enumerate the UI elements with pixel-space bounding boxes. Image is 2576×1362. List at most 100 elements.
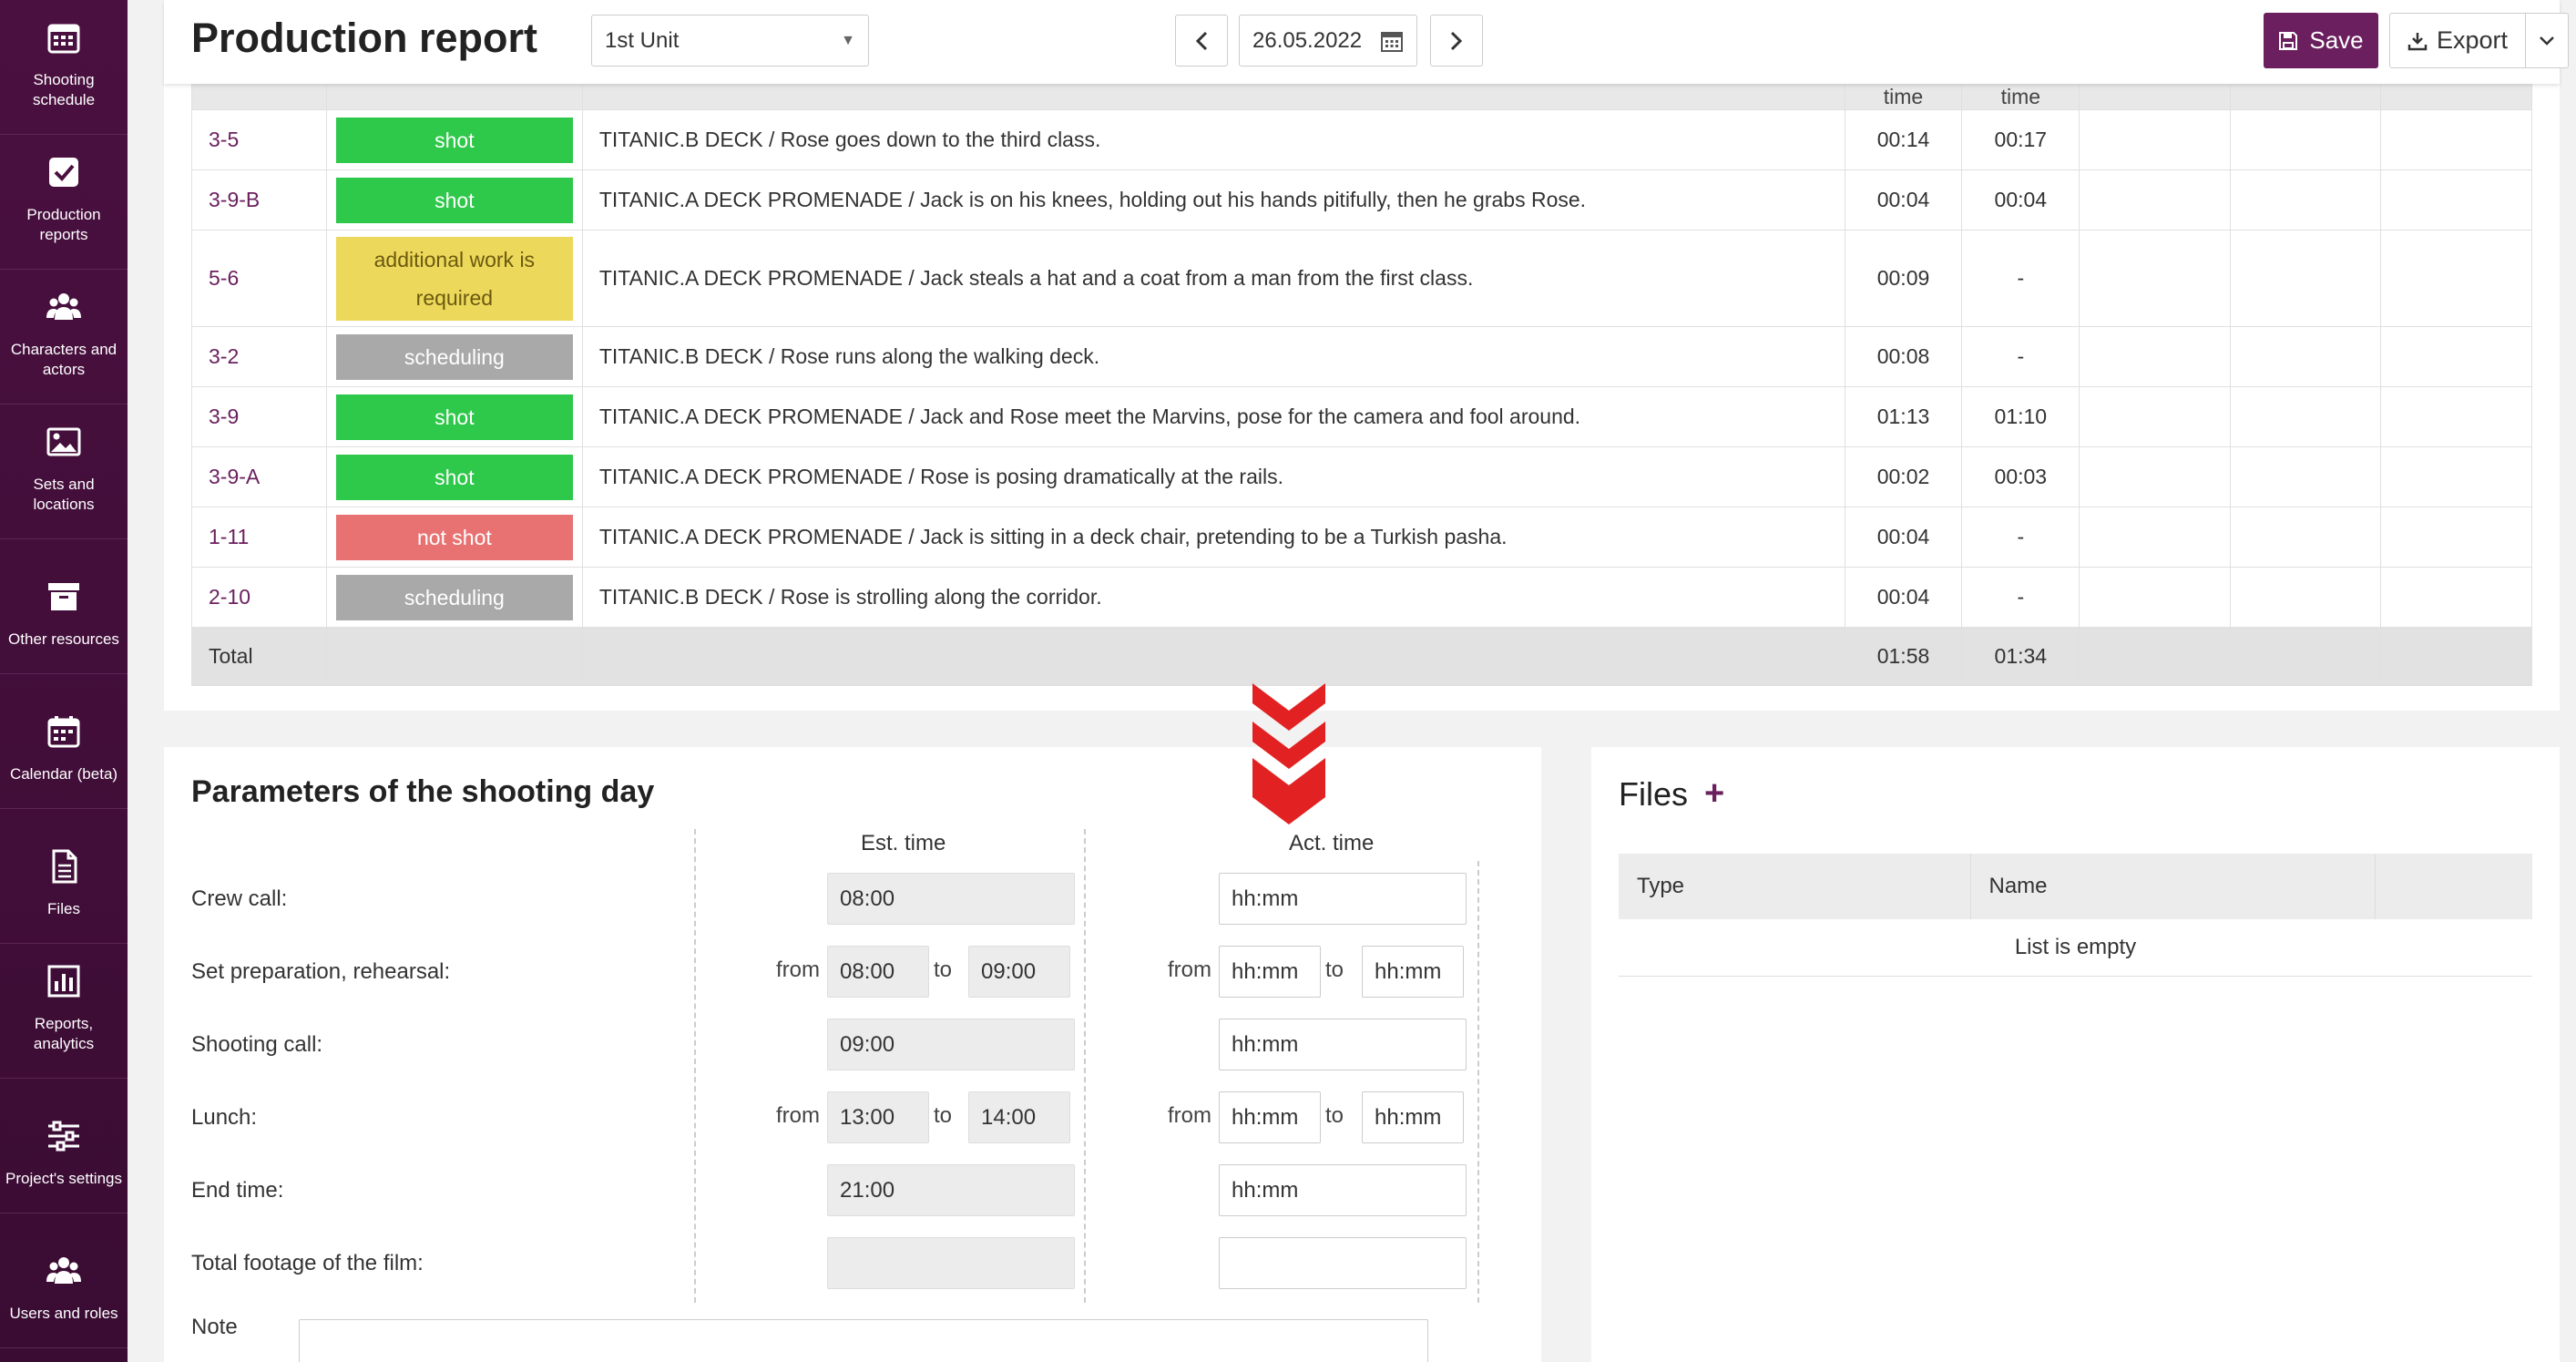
export-button[interactable]: Export xyxy=(2389,13,2526,68)
empty-cell xyxy=(2380,386,2532,447)
users-icon xyxy=(46,1257,81,1284)
calendar-grid-icon xyxy=(47,24,80,54)
scene-number-link[interactable]: 1-11 xyxy=(191,507,327,568)
scene-row[interactable]: 3-9-B shot TITANIC.A DECK PROMENADE / Jack… xyxy=(191,169,2532,230)
est-time-cell: 00:02 xyxy=(1844,446,1963,507)
lunch-label: Lunch: xyxy=(191,1105,258,1130)
empty-cell xyxy=(2079,326,2231,387)
sidebar-item-files[interactable]: Files xyxy=(0,809,128,944)
sidebar-item-characters[interactable]: Characters and actors xyxy=(0,270,128,405)
scene-number-link[interactable]: 3-9 xyxy=(191,386,327,447)
sidebar-item-label: Users and roles xyxy=(9,1305,118,1322)
scene-row[interactable]: 3-9-A shot TITANIC.A DECK PROMENADE / Rose… xyxy=(191,446,2532,507)
file-icon xyxy=(52,849,77,884)
empty-cell xyxy=(2229,109,2382,170)
sidebar-item-other-resources[interactable]: Other resources xyxy=(0,539,128,674)
status-badge[interactable]: scheduling xyxy=(335,574,573,620)
lunch-act-to-input[interactable]: hh:mm xyxy=(1362,1091,1464,1143)
export-dropdown-button[interactable] xyxy=(2525,13,2569,68)
end-time-act-input[interactable]: hh:mm xyxy=(1219,1164,1467,1216)
empty-cell xyxy=(2079,169,2231,230)
sidebar-item-project-settings[interactable]: Project's settings xyxy=(0,1079,128,1214)
scene-description: TITANIC.A DECK PROMENADE / Rose is posin… xyxy=(581,446,1845,507)
scene-description: TITANIC.B DECK / Rose is strolling along… xyxy=(581,567,1845,628)
footage-act-input[interactable] xyxy=(1219,1237,1467,1289)
empty-cell xyxy=(2079,567,2231,628)
sidebar-item-users-roles[interactable]: Users and roles xyxy=(0,1214,128,1348)
sidebar-item-sets-locations[interactable]: Sets and locations xyxy=(0,405,128,539)
next-date-button[interactable] xyxy=(1430,15,1483,67)
status-badge[interactable]: additional work is required xyxy=(335,236,573,321)
scene-row[interactable]: 3-2 scheduling TITANIC.B DECK / Rose runs … xyxy=(191,326,2532,387)
total-act: 01:34 xyxy=(1961,627,2080,686)
files-col-type: Type xyxy=(1619,854,1971,919)
unit-select[interactable]: 1st Unit ▼ xyxy=(591,15,869,67)
top-bar: Production report 1st Unit ▼ 26.05.2022 … xyxy=(164,0,2569,84)
files-col-name: Name xyxy=(1970,854,2376,919)
prev-date-button[interactable] xyxy=(1175,15,1228,67)
sidebar-item-production-reports[interactable]: Production reports xyxy=(0,135,128,270)
empty-cell xyxy=(2079,386,2231,447)
scene-number-link[interactable]: 3-2 xyxy=(191,326,327,387)
unit-select-value: 1st Unit xyxy=(605,27,680,53)
status-cell: shot xyxy=(325,446,583,507)
scene-row[interactable]: 3-9 shot TITANIC.A DECK PROMENADE / Jack a… xyxy=(191,386,2532,447)
status-badge[interactable]: scheduling xyxy=(335,333,573,380)
scene-rows: 3-5 shot TITANIC.B DECK / Rose goes down t… xyxy=(191,109,2532,628)
scene-number-link[interactable]: 3-5 xyxy=(191,109,327,170)
est-time-cell: 00:08 xyxy=(1844,326,1963,387)
empty-cell xyxy=(2380,169,2532,230)
crew-call-act-input[interactable]: hh:mm xyxy=(1219,873,1467,925)
status-badge[interactable]: not shot xyxy=(335,514,573,560)
scene-number-link[interactable]: 2-10 xyxy=(191,567,327,628)
scene-row[interactable]: 1-11 not shot TITANIC.A DECK PROMENADE / J… xyxy=(191,507,2532,568)
date-field[interactable]: 26.05.2022 xyxy=(1239,15,1417,67)
to-label: to xyxy=(934,957,953,982)
scene-row[interactable]: 3-5 shot TITANIC.B DECK / Rose goes down t… xyxy=(191,109,2532,170)
lunch-act-from-input[interactable]: hh:mm xyxy=(1219,1091,1321,1143)
note-textarea[interactable] xyxy=(299,1319,1428,1362)
act-time-cell: - xyxy=(1961,230,2080,327)
add-file-icon[interactable]: + xyxy=(1704,774,1724,814)
scene-row[interactable]: 2-10 scheduling TITANIC.B DECK / Rose is s… xyxy=(191,567,2532,628)
empty-cell xyxy=(2380,446,2532,507)
total-row: Total 01:58 01:34 xyxy=(191,627,2532,686)
main-content: time time 3-5 shot TITANIC.B DECK / Rose g… xyxy=(128,0,2576,1362)
shooting-call-act-input[interactable]: hh:mm xyxy=(1219,1019,1467,1070)
date-value: 26.05.2022 xyxy=(1252,27,1363,53)
empty-cell xyxy=(2229,230,2382,327)
status-badge[interactable]: shot xyxy=(335,117,573,163)
to-label: to xyxy=(934,1103,953,1128)
save-button[interactable]: Save xyxy=(2264,13,2378,68)
sidebar-item-label: Other resources xyxy=(8,630,119,648)
floppy-disk-icon xyxy=(2279,31,2298,50)
set-prep-act-from-input[interactable]: hh:mm xyxy=(1219,946,1321,998)
sidebar-item-calendar[interactable]: Calendar (beta) xyxy=(0,674,128,809)
status-badge[interactable]: shot xyxy=(335,394,573,440)
download-icon xyxy=(2407,32,2428,50)
status-badge[interactable]: shot xyxy=(335,454,573,500)
scene-table: time time 3-5 shot TITANIC.B DECK / Rose g… xyxy=(191,56,2532,686)
status-badge[interactable]: shot xyxy=(335,177,573,223)
divider xyxy=(1477,861,1479,1303)
act-time-cell: - xyxy=(1961,567,2080,628)
footage-est xyxy=(827,1237,1075,1289)
scene-row[interactable]: 5-6 additional work is required TITANIC.A … xyxy=(191,230,2532,327)
scene-number-link[interactable]: 3-9-A xyxy=(191,446,327,507)
sidebar-item-label: Calendar (beta) xyxy=(9,765,118,783)
calendar-icon[interactable] xyxy=(1380,29,1404,53)
set-prep-act-to-input[interactable]: hh:mm xyxy=(1362,946,1464,998)
empty-cell xyxy=(2079,507,2231,568)
files-title: Files xyxy=(1619,774,1689,813)
sidebar-item-label: Sets and locations xyxy=(33,476,95,513)
sidebar-item-reports[interactable]: Reports, analytics xyxy=(0,944,128,1079)
empty-cell xyxy=(2229,169,2382,230)
status-cell: shot xyxy=(325,109,583,170)
scene-number-link[interactable]: 5-6 xyxy=(191,230,327,327)
calendar-icon xyxy=(47,716,80,748)
scene-number-link[interactable]: 3-9-B xyxy=(191,169,327,230)
scene-description: TITANIC.A DECK PROMENADE / Jack and Rose… xyxy=(581,386,1845,447)
empty-cell xyxy=(2229,507,2382,568)
sidebar-item-shooting-schedule[interactable]: Shooting schedule xyxy=(0,0,128,135)
est-time-cell: 01:13 xyxy=(1844,386,1963,447)
